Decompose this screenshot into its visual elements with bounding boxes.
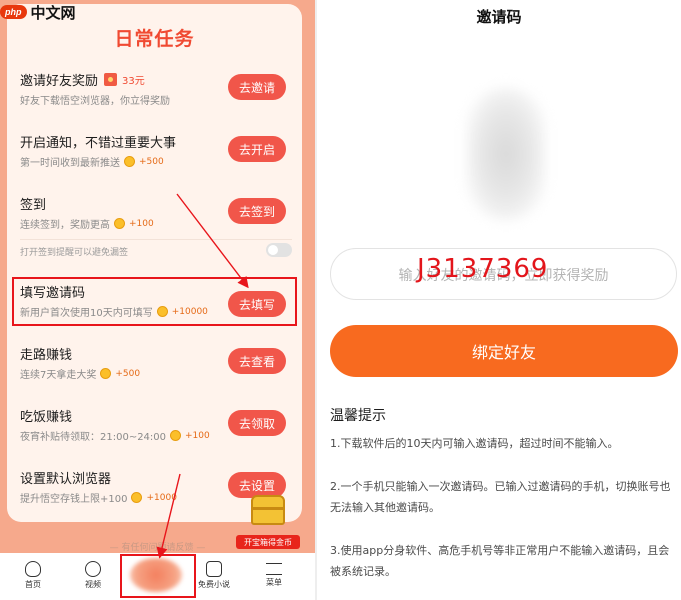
task-name: 签到	[20, 194, 46, 213]
task-center-tab-highlight	[120, 554, 196, 598]
task-name-text: 签到	[20, 198, 47, 213]
coin-value: +100	[129, 218, 154, 229]
task-reward-amount: 33元	[122, 76, 145, 87]
coin-icon	[170, 430, 182, 441]
tab-label: 首页	[25, 580, 41, 589]
invite-button[interactable]: 去邀请	[228, 74, 286, 100]
treasure-chest-widget[interactable]: 开宝箱得金币	[236, 495, 300, 549]
task-name: 邀请好友奖励 33元	[20, 70, 145, 89]
task-desc: 连续签到，奖励更高 +100	[20, 216, 154, 231]
home-icon	[25, 561, 41, 577]
watermark-badge: php	[0, 5, 27, 19]
tip-item: 3.使用app分身软件、高危手机号等非正常用户不能输入邀请码，且会被系统记录。	[330, 544, 670, 578]
enable-notifications-button[interactable]: 去开启	[228, 136, 286, 162]
task-desc-text: 连续签到，奖励更高	[20, 220, 110, 231]
tab-menu[interactable]: 菜单	[244, 553, 304, 600]
sign-in-reminder-row: 打开签到提醒可以避免漏签	[20, 239, 292, 259]
feedback-footer-text[interactable]: — 有任何问题请反馈 —	[0, 540, 315, 553]
tab-label: 菜单	[266, 578, 282, 587]
menu-icon	[266, 563, 282, 575]
sign-in-button[interactable]: 去签到	[228, 198, 286, 224]
sign-in-reminder-toggle[interactable]	[266, 243, 292, 257]
blurred-image	[467, 88, 545, 220]
task-name-text: 设置默认浏览器	[20, 472, 112, 487]
task-name: 吃饭赚钱	[20, 406, 72, 425]
red-packet-icon	[104, 73, 118, 86]
task-name-text: 邀请好友奖励	[20, 74, 99, 89]
tab-video[interactable]: 视频	[63, 553, 123, 600]
daily-tasks-title: 日常任务	[114, 28, 195, 50]
coin-icon	[124, 156, 135, 167]
task-meal-earn: 吃饭赚钱 夜宵补贴待领取：21:00~24:00 +100 去领取	[20, 406, 295, 462]
task-desc: 第一时间收到最新推送 +500	[20, 154, 164, 169]
tip-item: 1.下载软件后的10天内可输入邀请码，超过时间不能输入。	[330, 437, 619, 450]
task-enable-notifications: 开启通知，不错过重要大事 第一时间收到最新推送 +500 去开启	[20, 132, 295, 188]
tip-item: 2.一个手机只能输入一次邀请码。已输入过邀请码的手机，切换账号也无法输入其他邀请…	[330, 480, 671, 514]
task-desc-text: 第一时间收到最新推送	[20, 158, 120, 169]
task-name-text: 吃饭赚钱	[20, 410, 73, 425]
task-desc: 夜宵补贴待领取：21:00~24:00 +100	[20, 428, 210, 443]
task-name: 走路赚钱	[20, 344, 72, 363]
coin-value: +500	[115, 368, 141, 379]
tab-label: 视频	[85, 580, 101, 589]
task-name: 开启通知，不错过重要大事	[20, 132, 176, 151]
task-desc-text: 提升悟空存钱上限+100	[20, 494, 128, 505]
daily-tasks-card: 日常任务 邀请好友奖励 33元 好友下载悟空浏览器，你立得奖励 去邀请 开启通知…	[7, 4, 302, 522]
bind-friend-button[interactable]: 绑定好友	[330, 325, 678, 377]
watermark: php 中文网	[0, 0, 76, 24]
watermark-text: 中文网	[30, 3, 76, 22]
novel-icon	[206, 561, 222, 577]
coin-value: +500	[139, 156, 164, 167]
invite-code-overlay: J3137369	[417, 254, 549, 284]
coin-icon	[114, 218, 125, 229]
view-walk-button[interactable]: 去查看	[228, 348, 286, 374]
task-desc: 好友下载悟空浏览器，你立得奖励	[20, 92, 170, 107]
coin-value: +1000	[146, 492, 177, 503]
claim-meal-button[interactable]: 去领取	[228, 410, 286, 436]
treasure-chest-icon	[251, 495, 285, 525]
task-name-text: 走路赚钱	[20, 348, 73, 363]
coin-icon	[131, 492, 143, 503]
video-icon	[85, 561, 101, 577]
daily-tasks-screen: 日常任务 邀请好友奖励 33元 好友下载悟空浏览器，你立得奖励 去邀请 开启通知…	[0, 0, 315, 600]
sign-in-reminder-text: 打开签到提醒可以避免漏签	[20, 248, 129, 258]
task-name: 设置默认浏览器	[20, 468, 111, 487]
task-desc-text: 好友下载悟空浏览器，你立得奖励	[20, 96, 170, 107]
tips-title: 温馨提示	[330, 408, 386, 424]
invite-code-task-highlight	[12, 277, 297, 326]
coin-value: +100	[185, 430, 210, 441]
task-name-text: 开启通知，不错过重要大事	[20, 136, 177, 151]
task-desc: 连续7天拿走大奖 +500	[20, 366, 140, 381]
task-desc-text: 夜宵补贴待领取：21:00~24:00	[20, 432, 167, 443]
page-title: 邀请码	[476, 8, 522, 26]
task-desc: 提升悟空存钱上限+100 +1000	[20, 490, 177, 505]
coin-icon	[100, 368, 112, 379]
task-invite-friends: 邀请好友奖励 33元 好友下载悟空浏览器，你立得奖励 去邀请	[20, 70, 295, 126]
task-desc-text: 连续7天拿走大奖	[20, 370, 97, 381]
invite-code-screen: 邀请码 输入好友的邀请码，立即获得奖励 J3137369 绑定好友 温馨提示 1…	[317, 0, 681, 600]
task-walk-earn: 走路赚钱 连续7天拿走大奖 +500 去查看	[20, 344, 295, 400]
tab-label: 免费小说	[198, 580, 230, 589]
tab-home[interactable]: 首页	[3, 553, 63, 600]
